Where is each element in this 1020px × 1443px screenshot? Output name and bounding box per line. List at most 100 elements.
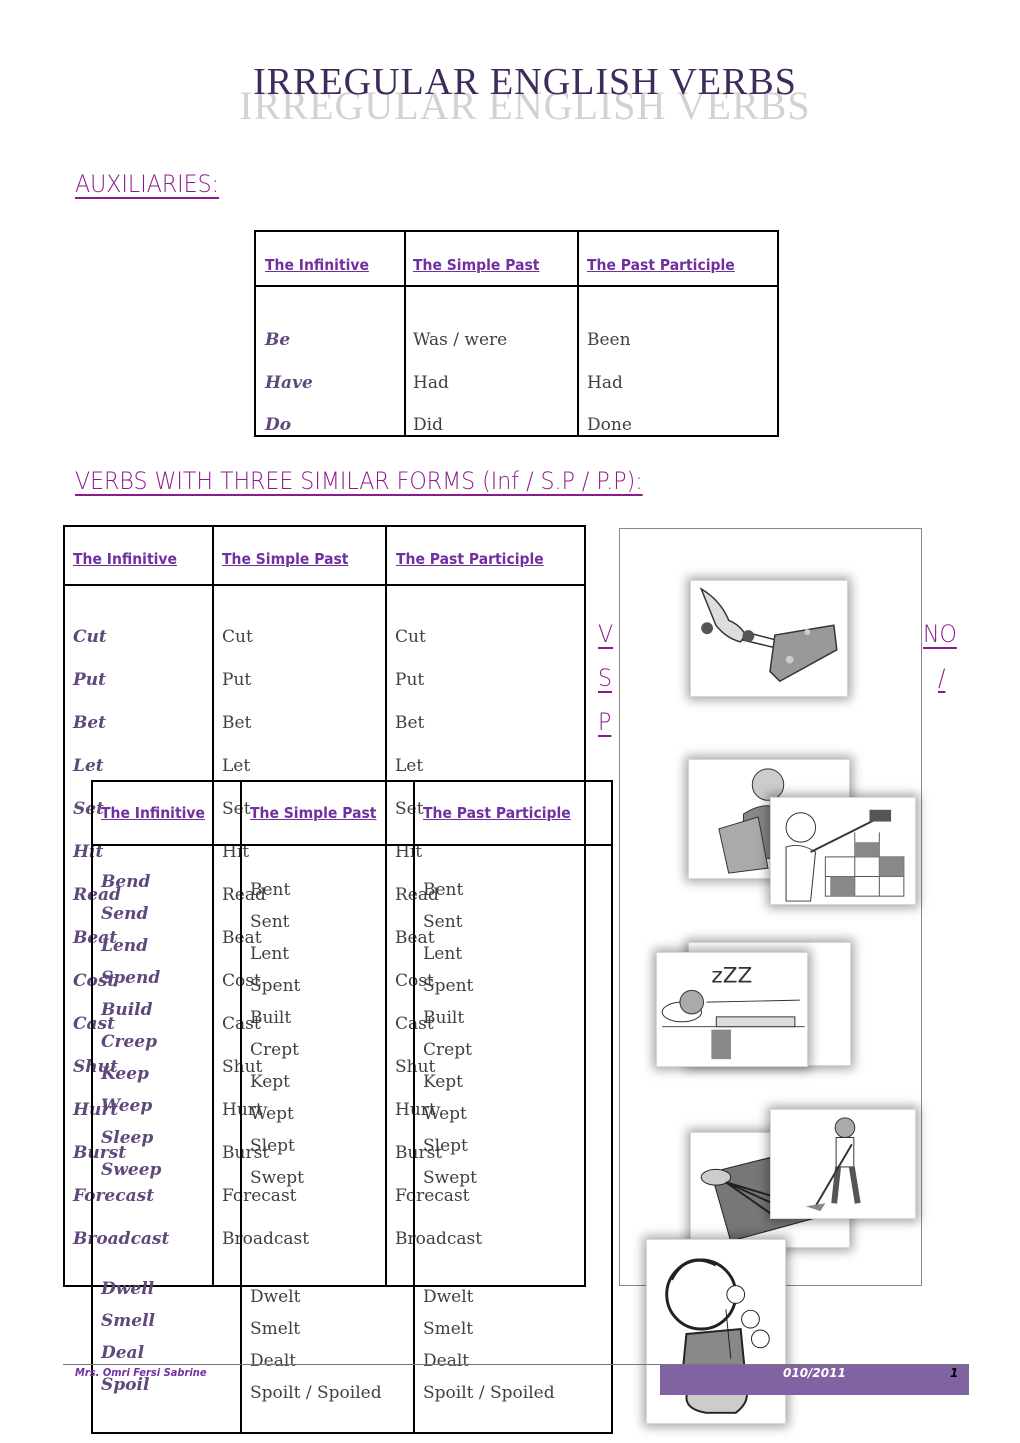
header-divider — [65, 584, 584, 586]
illustration-panel: zZZ — [619, 528, 922, 1286]
table-cell-simple-past: Lent — [250, 944, 290, 964]
table-cell-past-participle: Crept — [423, 1040, 472, 1060]
table-cell-infinitive: Deal — [101, 1343, 145, 1363]
header-past-participle[interactable]: The Past Participle — [587, 256, 735, 274]
page-number: 1 — [950, 1366, 959, 1380]
table-cell-simple-past: Cut — [222, 627, 253, 647]
column-divider — [413, 782, 415, 1432]
footer-author: Mrs. Omri Fersi Sabrine — [75, 1366, 207, 1379]
two-similar-heading-fragment: S — [598, 664, 613, 692]
table-cell-infinitive: Bet — [73, 713, 107, 733]
header-past-participle[interactable]: The Past Participle — [396, 550, 544, 568]
table-cell-past-participle: Dealt — [423, 1351, 470, 1371]
table-cell-infinitive: Let — [73, 756, 104, 776]
cutting-cheese-illustration — [690, 580, 848, 697]
table-cell-simple-past: Swept — [250, 1168, 304, 1188]
table-cell-infinitive: Smell — [101, 1311, 155, 1331]
table-cell-infinitive: Be — [265, 330, 291, 350]
table-cell-past-participle: Been — [587, 330, 631, 350]
table-cell-past-participle: Put — [395, 670, 425, 690]
page-title: IRREGULAR ENGLISH VERBS IRREGULAR ENGLIS… — [160, 58, 890, 148]
table-cell-past-participle: Had — [587, 373, 623, 393]
header-simple-past[interactable]: The Simple Past — [222, 550, 348, 568]
table-cell-simple-past: Had — [413, 373, 449, 393]
table-cell-past-participle: Smelt — [423, 1319, 474, 1339]
table-cell-past-participle: Wept — [423, 1104, 467, 1124]
column-divider — [404, 232, 406, 435]
table-cell-infinitive: Bend — [101, 872, 151, 892]
table-cell-simple-past: Put — [222, 670, 252, 690]
table-cell-simple-past: Bent — [250, 880, 291, 900]
two-similar-heading-fragment: P — [598, 708, 612, 736]
sleeping-illustration: zZZ — [656, 952, 808, 1067]
column-divider — [240, 782, 242, 1432]
table-cell-infinitive: Keep — [101, 1064, 149, 1084]
table-cell-infinitive: Spend — [101, 968, 161, 988]
header-infinitive[interactable]: The Infinitive — [101, 804, 205, 822]
table-cell-simple-past: Slept — [250, 1136, 295, 1156]
table-cell-infinitive: Sweep — [101, 1160, 162, 1180]
header-infinitive[interactable]: The Infinitive — [73, 550, 177, 568]
table-cell-simple-past: Was / were — [413, 330, 508, 350]
two-similar-heading-fragment: NO — [923, 620, 957, 648]
table-cell-infinitive: Put — [73, 670, 106, 690]
table-cell-past-participle: Dwelt — [423, 1287, 474, 1307]
table-cell-past-participle: Built — [423, 1008, 465, 1028]
header-past-participle[interactable]: The Past Participle — [423, 804, 571, 822]
table-cell-infinitive: Sleep — [101, 1128, 154, 1148]
two-similar-heading-fragment: / — [938, 664, 946, 692]
building-wall-illustration — [770, 797, 916, 905]
table-cell-infinitive: Send — [101, 904, 149, 924]
table-cell-past-participle: Bent — [423, 880, 464, 900]
title-text: IRREGULAR ENGLISH VERBS — [253, 61, 797, 103]
smelling-flowers-illustration — [646, 1239, 786, 1424]
table-cell-simple-past: Dwelt — [250, 1287, 301, 1307]
table-cell-past-participle: Done — [587, 415, 632, 435]
header-divider — [256, 285, 777, 287]
table-cell-simple-past: Spent — [250, 976, 301, 996]
table-cell-simple-past: Bet — [222, 713, 252, 733]
table-cell-simple-past: Let — [222, 756, 251, 776]
header-simple-past[interactable]: The Simple Past — [250, 804, 376, 822]
table-cell-past-participle: Cut — [395, 627, 426, 647]
table-cell-infinitive: Lend — [101, 936, 149, 956]
table-cell-infinitive: Creep — [101, 1032, 158, 1052]
table-cell-past-participle: Lent — [423, 944, 463, 964]
header-simple-past[interactable]: The Simple Past — [413, 256, 539, 274]
sweeping-illustration — [770, 1109, 916, 1219]
table-cell-infinitive: Cut — [73, 627, 107, 647]
table-cell-infinitive: Have — [265, 373, 313, 393]
header-infinitive[interactable]: The Infinitive — [265, 256, 369, 274]
svg-text:zZZ: zZZ — [711, 963, 752, 988]
table-cell-past-participle: Let — [395, 756, 424, 776]
two-similar-heading-fragment: V — [598, 620, 614, 648]
auxiliaries-heading: AUXILIARIES: — [75, 170, 220, 198]
table-cell-simple-past: Built — [250, 1008, 292, 1028]
table-cell-simple-past: Kept — [250, 1072, 291, 1092]
table-cell-infinitive: Do — [265, 415, 292, 435]
table-cell-infinitive: Build — [101, 1000, 153, 1020]
table-cell-past-participle: Sent — [423, 912, 463, 932]
table-cell-past-participle: Swept — [423, 1168, 477, 1188]
table-cell-simple-past: Crept — [250, 1040, 299, 1060]
footer-year: 010/2011 — [783, 1366, 846, 1380]
table-cell-past-participle: Kept — [423, 1072, 464, 1092]
table-cell-past-participle: Bet — [395, 713, 425, 733]
table-cell-infinitive: Dwell — [101, 1279, 155, 1299]
table-cell-simple-past: Did — [413, 415, 443, 435]
two-similar-table: The Infinitive The Simple Past The Past … — [91, 780, 613, 1434]
column-divider — [577, 232, 579, 435]
table-cell-simple-past: Smelt — [250, 1319, 301, 1339]
footer-divider — [63, 1364, 969, 1365]
table-cell-simple-past: Wept — [250, 1104, 294, 1124]
table-cell-past-participle: Slept — [423, 1136, 468, 1156]
table-cell-simple-past: Spoilt / Spoiled — [250, 1383, 382, 1403]
table-cell-simple-past: Dealt — [250, 1351, 297, 1371]
table-cell-simple-past: Sent — [250, 912, 290, 932]
table-cell-past-participle: Spent — [423, 976, 474, 996]
table-cell-infinitive: Weep — [101, 1096, 153, 1116]
header-divider — [93, 844, 611, 846]
table-cell-past-participle: Spoilt / Spoiled — [423, 1383, 555, 1403]
auxiliaries-table: The Infinitive The Simple Past The Past … — [254, 230, 779, 437]
three-similar-heading: VERBS WITH THREE SIMILAR FORMS (Inf / S.… — [75, 467, 643, 495]
